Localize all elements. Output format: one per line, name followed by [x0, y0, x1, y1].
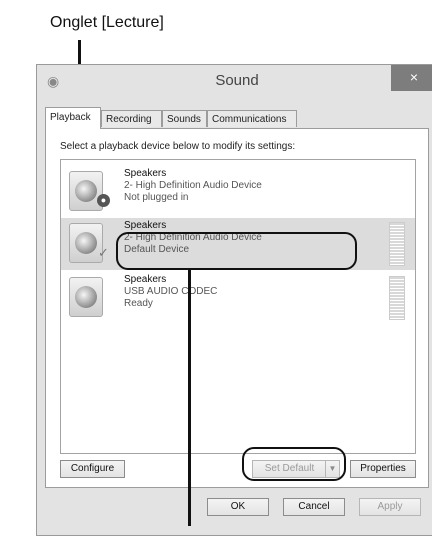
unplugged-icon: ●	[97, 194, 110, 207]
device-item[interactable]: ● Speakers 2- High Definition Audio Devi…	[61, 166, 415, 218]
tab-sounds[interactable]: Sounds	[162, 110, 207, 127]
device-name: Speakers	[124, 168, 167, 179]
volume-meter	[389, 276, 405, 320]
properties-button[interactable]: Properties	[350, 460, 416, 478]
annotation-label: Onglet [Lecture]	[50, 14, 164, 31]
device-driver: USB AUDIO CODEC	[124, 286, 218, 297]
tab-recording[interactable]: Recording	[101, 110, 162, 127]
device-list: ● Speakers 2- High Definition Audio Devi…	[60, 159, 416, 454]
annotation-pointer-line-2	[188, 270, 191, 526]
close-button[interactable]: ×	[391, 65, 432, 91]
instruction-text: Select a playback device below to modify…	[60, 141, 296, 152]
configure-button[interactable]: Configure	[60, 460, 125, 478]
highlight-set-default-button	[242, 447, 346, 481]
device-name: Speakers	[124, 274, 167, 285]
device-name: Speakers	[124, 220, 167, 231]
tab-playback[interactable]: Playback	[45, 107, 101, 129]
speaker-icon	[69, 277, 103, 317]
volume-meter	[389, 222, 405, 266]
device-item[interactable]: Speakers USB AUDIO CODEC Ready	[61, 272, 415, 324]
apply-button[interactable]: Apply	[359, 498, 421, 516]
playback-panel: Select a playback device below to modify…	[45, 128, 429, 488]
device-status: Ready	[124, 298, 153, 309]
tab-communications[interactable]: Communications	[207, 110, 297, 127]
window-title: Sound	[215, 72, 259, 89]
cancel-button[interactable]: Cancel	[283, 498, 345, 516]
highlight-default-device	[116, 232, 357, 270]
checkmark-icon: ✓	[98, 245, 109, 260]
device-status: Not plugged in	[124, 192, 189, 203]
ok-button[interactable]: OK	[207, 498, 269, 516]
title-bar: ◉ Sound ×	[37, 65, 432, 97]
sound-dialog: ◉ Sound × Playback Recording Sounds Comm…	[36, 64, 432, 536]
device-driver: 2- High Definition Audio Device	[124, 180, 262, 191]
